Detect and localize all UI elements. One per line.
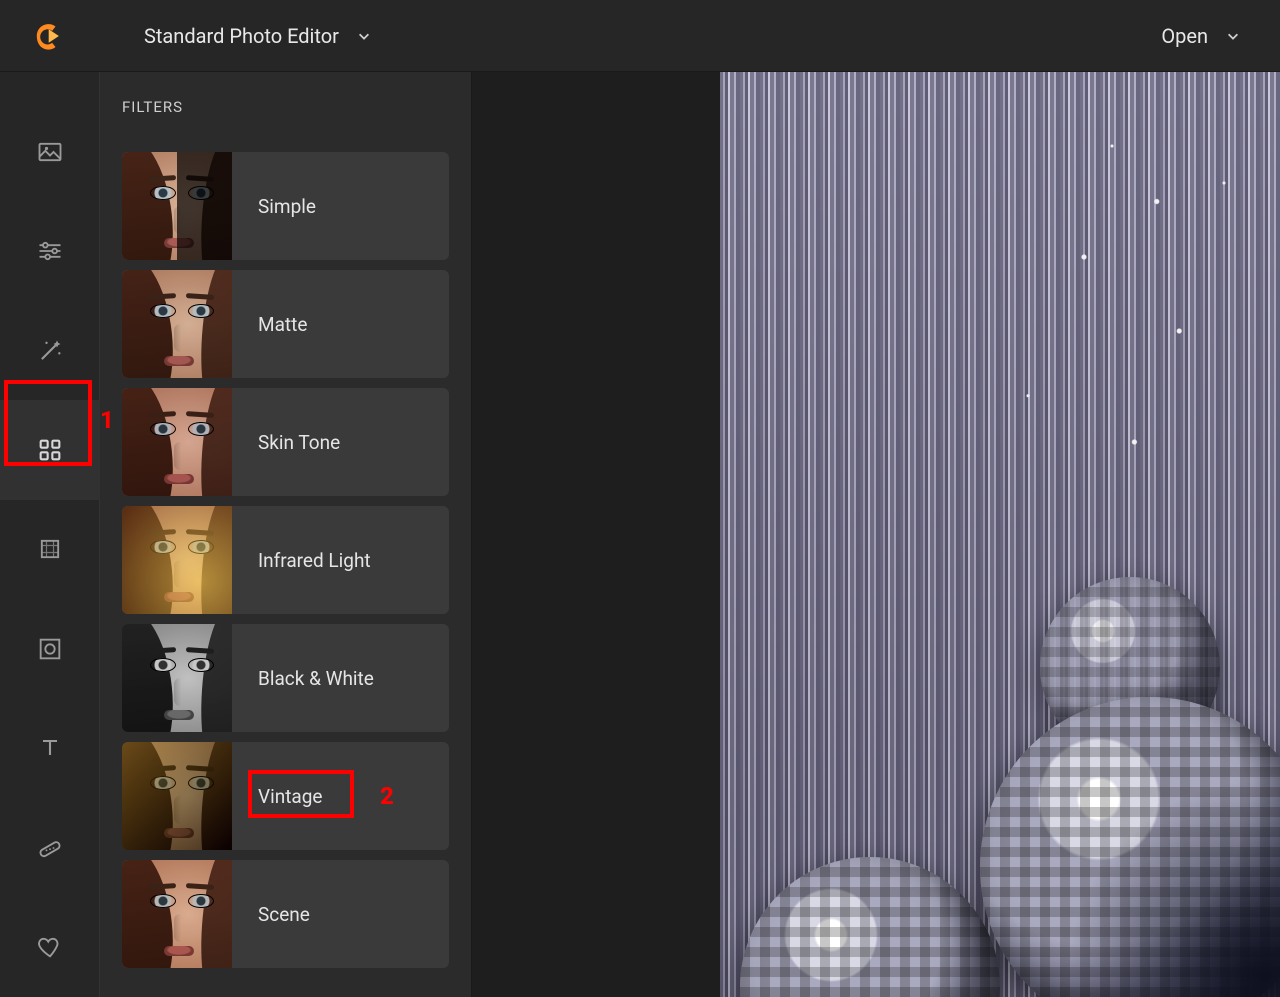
- canvas-area[interactable]: [472, 72, 1280, 997]
- crop-tool-button[interactable]: [0, 500, 100, 599]
- filter-item-scene[interactable]: Scene: [122, 860, 449, 968]
- filter-item-matte[interactable]: Matte: [122, 270, 449, 378]
- filter-thumb: [122, 152, 232, 260]
- vignette-tool-icon: [36, 635, 64, 663]
- filters-panel: FILTERS Simple Matte: [100, 72, 472, 997]
- top-bar: Standard Photo Editor Open: [0, 0, 1280, 72]
- filter-label: Skin Tone: [232, 431, 340, 454]
- filter-label: Infrared Light: [232, 549, 371, 572]
- adjust-tool-button[interactable]: [0, 201, 100, 300]
- main-area: 1 FILTERS Simple Matte: [0, 72, 1280, 997]
- text-tool-button[interactable]: [0, 699, 100, 798]
- filter-thumb: [122, 624, 232, 732]
- filters-grid-icon: [36, 436, 64, 464]
- favorite-tool-button[interactable]: [0, 898, 100, 997]
- filter-item-skin-tone[interactable]: Skin Tone: [122, 388, 449, 496]
- open-button-label: Open: [1161, 24, 1208, 48]
- editor-mode-label: Standard Photo Editor: [144, 24, 339, 48]
- text-tool-icon: [36, 734, 64, 762]
- filter-thumb: [122, 388, 232, 496]
- app-logo: [30, 19, 64, 53]
- filter-thumb: [122, 270, 232, 378]
- adjust-tool-icon: [36, 237, 64, 265]
- filter-label: Vintage: [232, 785, 323, 808]
- filter-item-simple[interactable]: Simple: [122, 152, 449, 260]
- filter-thumb: [122, 742, 232, 850]
- magic-wand-icon: [36, 337, 64, 365]
- image-tool-icon: [36, 138, 64, 166]
- heal-tool-button[interactable]: [0, 798, 100, 897]
- favorite-tool-icon: [36, 933, 64, 961]
- open-button[interactable]: Open: [1161, 24, 1250, 48]
- panel-title: FILTERS: [100, 72, 471, 134]
- magic-wand-button[interactable]: [0, 301, 100, 400]
- vignette-tool-button[interactable]: [0, 599, 100, 698]
- filter-thumb: [122, 506, 232, 614]
- filter-thumb: [122, 860, 232, 968]
- filter-label: Scene: [232, 903, 310, 926]
- chevron-down-icon: [1226, 29, 1240, 43]
- filters-tool-button[interactable]: [0, 400, 100, 499]
- filter-label: Simple: [232, 195, 316, 218]
- editor-mode-dropdown[interactable]: Standard Photo Editor: [144, 24, 371, 48]
- filter-label: Matte: [232, 313, 307, 336]
- heal-tool-icon: [36, 834, 64, 862]
- filter-label: Black & White: [232, 667, 374, 690]
- filter-list: Simple Matte Skin Tone: [100, 134, 471, 968]
- tool-rail: 1: [0, 72, 100, 997]
- annotation-number-2: 2: [380, 782, 394, 810]
- canvas-image: [720, 72, 1280, 997]
- filter-item-vintage[interactable]: Vintage 2: [122, 742, 449, 850]
- image-tool-button[interactable]: [0, 102, 100, 201]
- filter-item-infrared-light[interactable]: Infrared Light: [122, 506, 449, 614]
- crop-tool-icon: [36, 535, 64, 563]
- chevron-down-icon: [357, 29, 371, 43]
- filter-item-black-white[interactable]: Black & White: [122, 624, 449, 732]
